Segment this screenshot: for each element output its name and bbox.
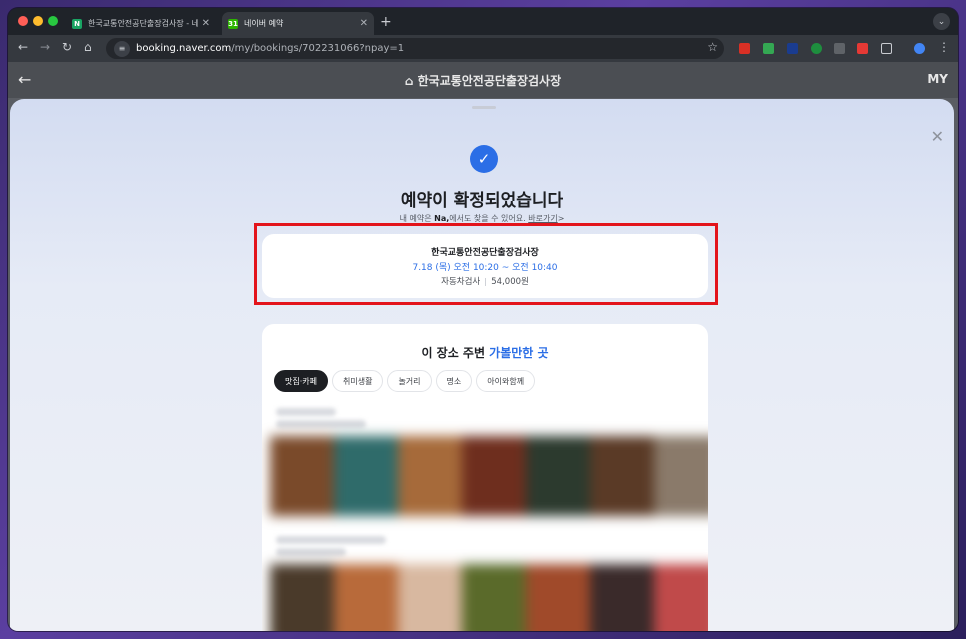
check-circle-icon: ✓ [470,145,498,173]
blurred-image-row[interactable] [270,564,708,631]
tab-title: 네이버 예약 [244,19,284,28]
tab-booking-place[interactable]: N 한국교통안전공단출장검사장 - 네이 ✕ [66,12,216,35]
address-bar[interactable]: ≡ booking.naver.com/my/bookings/70223106… [106,38,724,59]
blurred-image-row[interactable] [270,436,708,516]
calendar-favicon-icon: 31 [228,18,238,29]
chip-kids[interactable]: 아이와함께 [476,370,536,392]
back-arrow-icon[interactable]: ← [18,40,28,54]
page-title: ⌂ 한국교통안전공단출장검사장 [404,74,562,88]
blurred-label [276,408,336,416]
annotation-highlight-box [254,223,718,305]
blurred-label [276,420,366,428]
extension-leaf-icon[interactable] [811,43,822,54]
close-icon[interactable]: ✕ [931,127,944,146]
tab-search-chevron-icon[interactable]: ⌄ [933,13,950,30]
minimize-window-button[interactable] [33,16,43,26]
nearby-places-panel: 이 장소 주변 가볼만한 곳 맛집·카페 취미생활 놀거리 명소 아이와함께 [262,324,708,631]
site-settings-icon[interactable]: ≡ [114,40,130,57]
naver-favicon-icon: N [72,18,82,29]
blurred-label [276,548,346,556]
browser-window: N 한국교통안전공단출장검사장 - 네이 ✕ 31 네이버 예약 ✕ + ⌄ ←… [8,8,958,631]
confirmation-sheet: ✕ ✓ 예약이 확정되었습니다 내 예약은 Na,에서도 찾을 수 있어요. 바… [10,99,954,631]
maximize-window-button[interactable] [48,16,58,26]
home-icon[interactable]: ⌂ [84,40,92,54]
extension-gray-icon[interactable] [834,43,845,54]
browser-menu-icon[interactable]: ⋮ [938,40,950,54]
chip-hobby[interactable]: 취미생활 [331,370,384,392]
category-chips: 맛집·카페 취미생활 놀거리 명소 아이와함께 [274,370,536,392]
tab-naver-booking[interactable]: 31 네이버 예약 ✕ [222,12,374,35]
chip-attraction[interactable]: 명소 [435,370,473,392]
extension-red-icon[interactable] [739,43,750,54]
extension-blue-icon[interactable] [787,43,798,54]
extensions-puzzle-icon[interactable] [881,43,892,54]
site-header: ← ⌂ 한국교통안전공단출장검사장 MY [8,62,958,98]
close-window-button[interactable] [18,16,28,26]
forward-arrow-icon[interactable]: → [40,40,50,54]
profile-avatar-icon[interactable] [914,43,925,54]
blurred-label [276,536,386,544]
browser-toolbar: ← → ↻ ⌂ ≡ booking.naver.com/my/bookings/… [8,35,958,62]
close-tab-icon[interactable]: ✕ [360,18,368,29]
url-text: booking.naver.com/my/bookings/702231066?… [136,43,405,54]
confirmation-headline: 예약이 확정되었습니다 [400,191,564,211]
extension-green-icon[interactable] [763,43,774,54]
bookmark-star-icon[interactable]: ☆ [707,40,718,54]
sheet-drag-handle[interactable] [472,106,496,109]
chip-food-cafe[interactable]: 맛집·카페 [274,370,328,392]
extension-record-icon[interactable] [857,43,868,54]
tab-title: 한국교통안전공단출장검사장 - 네이 [88,19,198,28]
tab-strip: N 한국교통안전공단출장검사장 - 네이 ✕ 31 네이버 예약 ✕ + ⌄ [8,8,958,35]
reload-icon[interactable]: ↻ [62,40,72,54]
chip-play[interactable]: 놀거리 [387,370,432,392]
new-tab-button[interactable]: + [380,14,392,30]
my-page-link[interactable]: MY [927,72,948,86]
close-tab-icon[interactable]: ✕ [202,18,210,29]
web-page: ← ⌂ 한국교통안전공단출장검사장 MY ✕ ✓ 예약이 확정되었습니다 내 예… [8,62,958,631]
shortcut-link[interactable]: 바로가기 [528,214,557,223]
nearby-title: 이 장소 주변 가볼만한 곳 [421,346,549,360]
